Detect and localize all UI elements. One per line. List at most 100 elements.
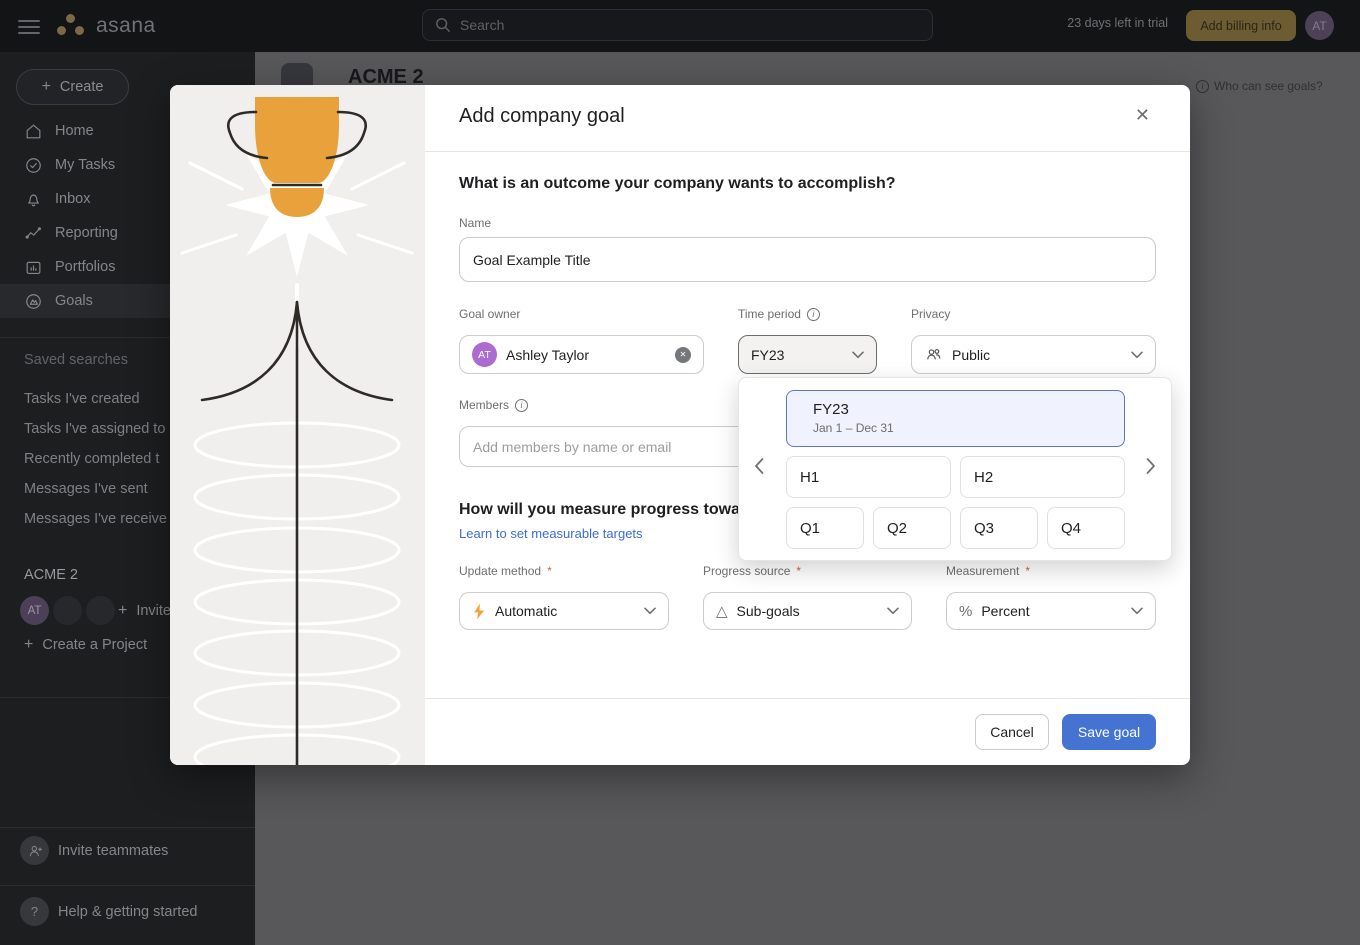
help-button[interactable]: ? Help & getting started [20,897,197,926]
outcome-question: What is an outcome your company wants to… [459,175,896,193]
chevron-down-icon [1131,607,1143,615]
info-icon[interactable]: i [515,399,528,412]
period-option-label: FY23 [800,401,1124,418]
create-button[interactable]: + Create [16,69,129,105]
time-period-value: FY23 [751,347,843,363]
line-chart-icon [24,224,43,243]
invite-button[interactable]: + Invite [118,602,171,620]
sidebar-item-label: Home [55,123,94,139]
hamburger-menu-icon[interactable] [18,16,40,36]
measurement-value: Percent [981,603,1122,619]
team-member-avatar-placeholder[interactable] [53,596,82,625]
time-period-select[interactable]: FY23 [738,335,877,374]
lightning-icon [472,603,486,620]
plus-icon: + [42,78,51,96]
progress-source-select[interactable]: △ Sub-goals [703,592,912,630]
check-circle-icon [24,156,43,175]
owner-name: Ashley Taylor [506,347,666,363]
progress-source-label-text: Progress source [703,564,790,578]
sidebar-team-name[interactable]: ACME 2 [24,567,78,583]
bell-icon [24,190,43,209]
search-input[interactable] [460,17,920,33]
period-option-h2[interactable]: H2 [960,456,1125,498]
team-member-avatar[interactable]: AT [20,596,49,625]
measurement-label-text: Measurement [946,564,1019,578]
cancel-button[interactable]: Cancel [975,714,1049,750]
update-method-label: Update method * [459,564,552,578]
team-member-avatar-placeholder[interactable] [86,596,115,625]
update-method-value: Automatic [495,603,635,619]
period-option-q4[interactable]: Q4 [1047,507,1125,549]
who-can-see-goals-label: Who can see goals? [1214,79,1323,93]
owner-avatar: AT [472,342,497,367]
plus-icon: + [118,602,127,620]
user-avatar[interactable]: AT [1305,11,1334,40]
create-button-label: Create [60,79,104,95]
who-can-see-goals-link[interactable]: i Who can see goals? [1196,79,1323,93]
chevron-down-icon [852,351,864,359]
search-icon [435,17,451,33]
next-period-button[interactable] [1143,458,1159,474]
divider [0,827,255,828]
invite-teammates-button[interactable]: Invite teammates [20,836,168,865]
name-label: Name [459,216,491,230]
goal-name-input[interactable] [459,237,1156,282]
period-option-fy23[interactable]: FY23 Jan 1 – Dec 31 [786,390,1125,447]
create-project-label: Create a Project [42,637,147,653]
sidebar-item-label: My Tasks [55,157,115,173]
invite-teammates-label: Invite teammates [58,843,168,859]
percent-icon: % [959,603,972,620]
chevron-down-icon [644,607,656,615]
time-period-popup: FY23 Jan 1 – Dec 31 H1 H2 Q1 Q2 Q3 Q4 [738,377,1172,561]
period-option-range: Jan 1 – Dec 31 [800,421,1124,435]
period-option-q2[interactable]: Q2 [873,507,951,549]
members-label-text: Members [459,398,509,412]
progress-source-label: Progress source * [703,564,801,578]
period-option-q1[interactable]: Q1 [786,507,864,549]
modal-header: Add company goal ✕ [425,85,1190,152]
privacy-value: Public [952,347,1122,363]
trial-countdown: 23 days left in trial [1067,16,1168,30]
goals-icon [24,292,43,311]
invite-label: Invite [136,603,171,619]
add-person-icon [20,836,49,865]
modal-footer: Cancel Save goal [425,698,1190,765]
chevron-down-icon [887,607,899,615]
info-icon: i [1196,80,1209,93]
required-marker: * [796,564,801,578]
close-icon[interactable]: ✕ [1135,105,1150,126]
people-icon [924,345,943,364]
save-goal-button[interactable]: Save goal [1062,714,1156,750]
time-period-label: Time period i [738,307,820,321]
portfolio-icon [24,258,43,277]
privacy-select[interactable]: Public [911,335,1156,374]
goal-owner-label: Goal owner [459,307,520,321]
help-label: Help & getting started [58,904,197,920]
divider [0,885,255,886]
previous-period-button[interactable] [751,458,767,474]
goal-owner-field[interactable]: AT Ashley Taylor ✕ [459,335,704,374]
period-option-h1[interactable]: H1 [786,456,951,498]
time-period-label-text: Time period [738,307,801,321]
modal-title: Add company goal [459,105,625,128]
chevron-down-icon [1131,351,1143,359]
home-icon [24,122,43,141]
progress-source-value: Sub-goals [737,603,878,619]
sidebar-item-label: Goals [55,293,93,309]
update-method-select[interactable]: Automatic [459,592,669,630]
goal-trophy-illustration [170,85,425,765]
asana-logo[interactable]: asana [54,8,156,44]
period-option-q3[interactable]: Q3 [960,507,1038,549]
triangle-icon: △ [716,602,728,620]
add-billing-info-button[interactable]: Add billing info [1186,10,1296,41]
learn-measurable-targets-link[interactable]: Learn to set measurable targets [459,526,643,541]
measurement-select[interactable]: % Percent [946,592,1156,630]
sidebar-item-label: Reporting [55,225,118,241]
create-project-button[interactable]: + Create a Project [24,636,147,654]
sidebar-item-label: Inbox [55,191,90,207]
asana-app: asana 23 days left in trial Add billing … [0,0,1360,945]
measurement-label: Measurement * [946,564,1030,578]
remove-owner-button[interactable]: ✕ [675,347,691,363]
info-icon[interactable]: i [807,308,820,321]
global-search[interactable] [422,9,933,41]
